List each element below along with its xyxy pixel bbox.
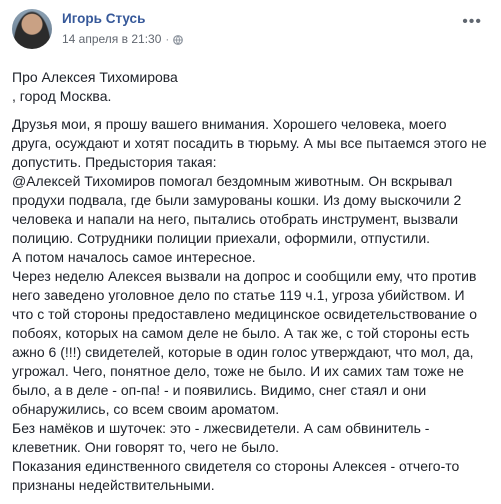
text-line: Без намёков и шуточек: это - лжесвидетел… — [12, 420, 430, 436]
text-line: Показания единственного свидетеля со сто… — [12, 458, 460, 474]
text-line: него заведено уголовное дело по статье 1… — [12, 287, 465, 303]
text-line: полицию. Сотрудники полиции приехали, оф… — [12, 230, 431, 246]
text-line: угрожал. Чего, понятное дело, тоже не бы… — [12, 363, 464, 379]
text-line: было, а в деле - оп-па! - и появились. В… — [12, 382, 427, 398]
author-name-link[interactable]: Игорь Стусь — [62, 11, 145, 26]
text-line: обнаружились, со всем своим ароматом. — [12, 401, 280, 417]
text-line: клеветник. Они говорят то, чего не было. — [12, 439, 280, 455]
text-line: допустить. Предыстория такая: — [12, 154, 217, 170]
meta-separator: · — [165, 32, 170, 46]
text-line: признаны недействительными. — [12, 477, 215, 493]
avatar[interactable] — [12, 9, 52, 49]
post-timestamp[interactable]: 14 апреля в 21:30 — [62, 32, 161, 46]
globe-icon[interactable] — [173, 34, 184, 45]
post-body: Про Алексея Тихомирова , город Москва. Д… — [12, 68, 490, 504]
text-line: Друзья мои, я прошу вашего внимания. Хор… — [12, 116, 447, 132]
heading-line: Про Алексея Тихомирова — [12, 69, 178, 85]
heading-line: , город Москва. — [12, 88, 112, 104]
text-line: побоях, которых на самом деле не было. А… — [12, 325, 470, 341]
text-line: что с той стороны предоставлено медицинс… — [12, 306, 478, 322]
text-line: друга, осуждают и хотят посадить в тюрьм… — [12, 135, 487, 151]
text-line: @Алексей Тихомиров помогал бездомным жив… — [12, 173, 453, 189]
text-line: А потом началось самое интересное. — [12, 249, 256, 265]
text-line: продухи подвала, где были замурованы кош… — [12, 192, 462, 208]
post-header: Игорь Стусь 14 апреля в 21:30 · ••• — [12, 9, 492, 57]
text-line: Через неделю Алексея вызвали на допрос и… — [12, 268, 477, 284]
post-heading: Про Алексея Тихомирова , город Москва. — [12, 68, 490, 106]
more-options-icon[interactable]: ••• — [462, 13, 482, 31]
post-text: Друзья мои, я прошу вашего внимания. Хор… — [12, 115, 490, 495]
post-meta: 14 апреля в 21:30 · — [62, 32, 184, 46]
text-line: ажно 6 (!!!) свидетелей, которые в один … — [12, 344, 474, 360]
text-line: человека и напали на него, пытались отоб… — [12, 211, 459, 227]
